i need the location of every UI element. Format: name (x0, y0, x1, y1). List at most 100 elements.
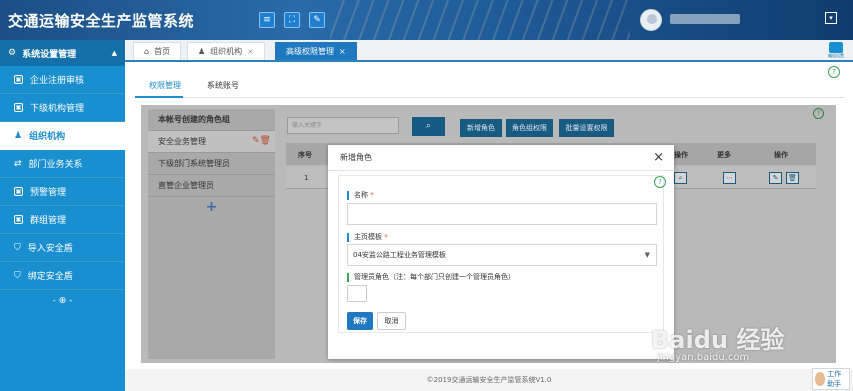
fullscreen-button[interactable]: ⛶ (284, 12, 300, 28)
admin-role-label: 管理员角色（注：每个部门只创建一个管理员角色） (347, 273, 515, 282)
group-settings-icon (829, 42, 843, 53)
sidebar-section-title: 系统设置管理 (22, 49, 77, 60)
shield-icon: ⛉ (14, 242, 21, 253)
footer-copyright: ©2019交通运输安全生产监管系统V1.0 (125, 369, 853, 391)
sidebar-item-label: 群组管理 (30, 216, 67, 226)
sidebar-section-header[interactable]: ⚙ 系统设置管理 ▲ (0, 40, 125, 66)
role-name-input[interactable] (347, 203, 657, 225)
add-role-group-icon[interactable]: + (148, 199, 275, 215)
sidebar-item-label: 组织机构 (29, 132, 66, 142)
role-group-permission-button[interactable]: 角色组权限 (506, 119, 553, 137)
role-item-label: 直管企业管理员 (158, 181, 214, 190)
dialog-title: 新增角色 (340, 153, 372, 162)
search-input[interactable]: 输入关键字 (287, 117, 399, 134)
role-group-title: 本帐号创建的角色组 (148, 109, 275, 131)
tab-advanced-permission[interactable]: 高级权限管理 × (275, 42, 357, 60)
help-icon[interactable]: ? (654, 176, 666, 188)
sidebar-item-group[interactable]: ▣ 群组管理 (0, 206, 125, 234)
sidebar-collapse-toggle[interactable]: - ⊕ - (0, 290, 125, 306)
required-mark: * (370, 191, 374, 199)
label-text: 主页模板 (354, 233, 382, 241)
home-icon: ⌂ (144, 47, 150, 56)
role-item-label: 安全业务管理 (158, 137, 206, 146)
help-icon[interactable]: ? (828, 66, 840, 78)
tab-label: 首页 (154, 47, 171, 56)
subtab-permission-management[interactable]: 权限管理 (149, 80, 181, 91)
user-group-icon: ♟ (14, 130, 23, 141)
sidebar-item-label: 企业注册审核 (30, 76, 85, 86)
column-header: 序号 (298, 151, 312, 159)
sidebar-item-label: 下级机构管理 (30, 104, 85, 114)
swap-icon: ⇄ (14, 158, 22, 169)
row-index: 1 (304, 174, 309, 182)
cancel-button[interactable]: 取消 (377, 312, 406, 330)
assistant-avatar-icon (815, 372, 826, 386)
tab-home[interactable]: ⌂ 首页 (133, 42, 182, 60)
admin-role-toggle[interactable] (347, 285, 367, 302)
help-icon[interactable]: ? (813, 108, 824, 119)
top-header: 交通运输安全生产监管系统 ≡ ⛶ ✎ ▾ (0, 0, 853, 40)
tab-close-icon[interactable]: × (339, 47, 346, 56)
active-subtab-indicator (135, 96, 183, 98)
sidebar: ⚙ 系统设置管理 ▲ ▣ 企业注册审核 ▣ 下级机构管理 ♟ 组织机构 ⇄ 部门… (0, 40, 125, 391)
view-icon[interactable]: ⌕ (674, 172, 687, 184)
role-item[interactable]: 下级部门系统管理员 (148, 153, 275, 175)
search-icon: ⌕ (425, 121, 432, 131)
sidebar-item-import-shield[interactable]: ⛉ 导入安全盾 (0, 234, 125, 262)
homepage-template-select[interactable]: 04安监公路工程业务管理模板 ▼ (347, 244, 657, 266)
sidebar-item-label: 部门业务关系 (28, 160, 83, 170)
user-avatar[interactable] (640, 9, 662, 31)
homepage-template-label: 主页模板 * (347, 233, 388, 242)
role-group-panel: 本帐号创建的角色组 安全业务管理 ✎🗑 下级部门系统管理员 直管企业管理员 + (148, 109, 275, 359)
alert-icon: ▣ (14, 187, 23, 196)
role-item[interactable]: 直管企业管理员 (148, 175, 275, 197)
required-mark: * (384, 233, 388, 241)
user-group-icon: ♟ (198, 47, 206, 56)
dialog-form: 名称 * 主页模板 * 04安监公路工程业务管理模板 ▼ 管理员角色（注：每个部… (338, 175, 664, 333)
dialog-header: 新增角色 × (328, 145, 674, 171)
app-title: 交通运输安全生产监管系统 (8, 12, 195, 30)
save-button[interactable]: 保存 (347, 312, 373, 330)
sidebar-item-subordinate-org[interactable]: ▣ 下级机构管理 (0, 94, 125, 122)
add-role-dialog: 新增角色 × 名称 * 主页模板 * 04安监公路工程业务管理模板 ▼ 管理员角… (328, 145, 674, 359)
batch-permission-button[interactable]: 批量设置权限 (559, 119, 614, 137)
tab-close-icon[interactable]: × (247, 47, 254, 56)
close-icon[interactable]: × (653, 145, 664, 171)
shield-icon: ⛉ (14, 270, 21, 281)
group-icon: ▣ (14, 215, 23, 224)
sidebar-item-organization[interactable]: ♟ 组织机构 (0, 122, 125, 150)
work-assistant-label: 工作 助手 (827, 370, 842, 388)
selected-template: 04安监公路工程业务管理模板 (353, 251, 446, 259)
sidebar-item-warning[interactable]: ▣ 预警管理 (0, 178, 125, 206)
search-button[interactable]: ⌕ (412, 117, 445, 136)
column-header: 更多 (717, 151, 731, 159)
add-role-button[interactable]: 新增角色 (460, 119, 502, 137)
user-name-blurred[interactable] (670, 14, 740, 24)
sidebar-item-department-relation[interactable]: ⇄ 部门业务关系 (0, 150, 125, 178)
sidebar-item-label: 绑定安全盾 (27, 272, 73, 282)
role-item-label: 下级部门系统管理员 (158, 159, 230, 168)
sidebar-item-company-registration[interactable]: ▣ 企业注册审核 (0, 66, 125, 94)
chevron-down-icon: ▼ (644, 251, 650, 259)
role-edit-delete-icons[interactable]: ✎🗑 (252, 136, 271, 146)
group-settings-widget[interactable]: 编组设置 (823, 40, 849, 62)
document-icon: ▣ (14, 75, 23, 84)
column-header: 操作 (774, 151, 788, 159)
collapse-caret-icon[interactable]: ▲ (112, 49, 117, 57)
delete-icon[interactable]: 🗑 (786, 172, 799, 184)
tab-organization[interactable]: ♟ 组织机构 × (187, 42, 265, 60)
document-icon: ▣ (14, 103, 23, 112)
sidebar-item-label: 预警管理 (30, 188, 67, 198)
user-menu-caret-icon[interactable]: ▾ (825, 12, 837, 24)
role-item[interactable]: 安全业务管理 ✎🗑 (148, 131, 275, 153)
column-header: 操作 (674, 151, 688, 159)
label-text: 名称 (354, 191, 368, 199)
sidebar-item-bind-shield[interactable]: ⛉ 绑定安全盾 (0, 262, 125, 290)
more-icon[interactable]: ⋯ (723, 172, 736, 184)
subtab-system-account[interactable]: 系统账号 (207, 80, 239, 91)
edit-icon[interactable]: ✎ (769, 172, 782, 184)
page-tab-bar: ⌂ 首页 ♟ 组织机构 × 高级权限管理 × (125, 40, 853, 62)
menu-toggle-button[interactable]: ≡ (259, 12, 275, 28)
work-assistant-widget[interactable]: 工作 助手 (812, 368, 850, 390)
edit-button[interactable]: ✎ (309, 12, 325, 28)
